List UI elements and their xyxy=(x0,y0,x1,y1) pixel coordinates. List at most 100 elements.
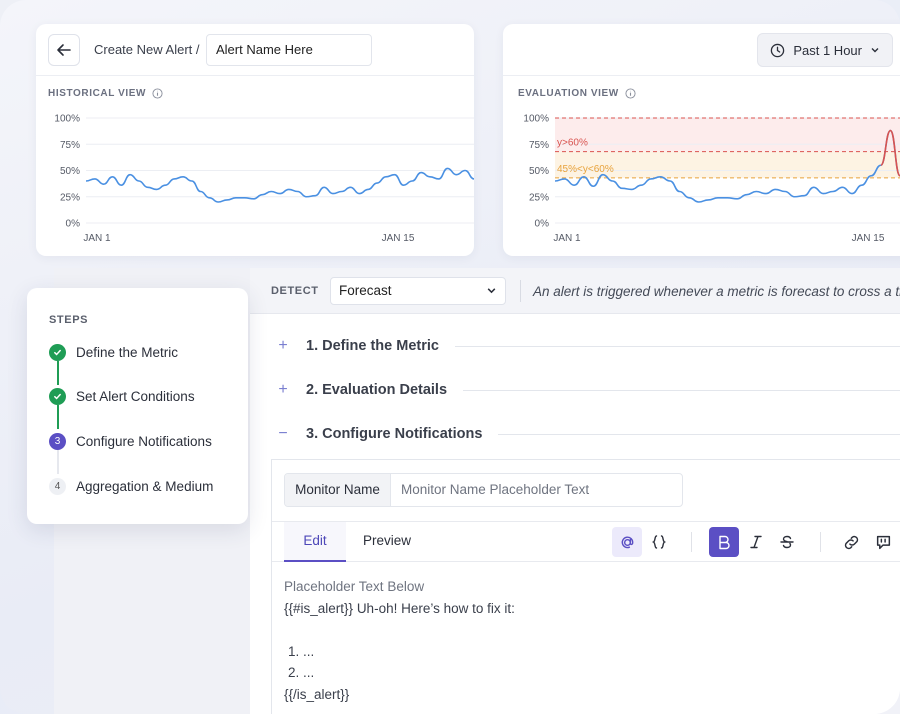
section-define-metric[interactable]: + 1. Define the Metric xyxy=(270,331,900,361)
step-connector xyxy=(57,450,59,474)
threshold-label: 45%<y<60% xyxy=(557,164,614,175)
check-icon xyxy=(49,344,66,361)
bold-icon xyxy=(719,535,730,550)
historical-chart: 0% 25% 50% 75% 100% JAN 1 JAN 15 xyxy=(54,114,474,244)
check-icon xyxy=(49,388,66,405)
expand-icon: + xyxy=(278,381,288,398)
step-configure-notifications[interactable]: 3 Configure Notifications xyxy=(49,433,212,450)
time-range-button[interactable]: Past 1 Hour xyxy=(757,33,893,67)
historical-view-title: HISTORICAL VIEW xyxy=(48,88,147,99)
step-label: Configure Notifications xyxy=(76,434,212,449)
section-configure-notifications[interactable]: − 3. Configure Notifications xyxy=(270,419,900,449)
y-tick-label: 50% xyxy=(529,166,549,177)
step-label: Set Alert Conditions xyxy=(76,389,195,404)
detect-bar: DETECT Forecast An alert is triggered wh… xyxy=(250,268,900,314)
braces-icon xyxy=(651,535,667,549)
y-tick-label: 100% xyxy=(54,114,80,125)
divider xyxy=(454,345,900,347)
section-title: 3. Configure Notifications xyxy=(306,426,483,442)
variable-button[interactable] xyxy=(644,527,674,557)
section-evaluation-details[interactable]: + 2. Evaluation Details xyxy=(270,375,900,405)
monitor-name-field: Monitor Name Monitor Name Placeholder Te… xyxy=(284,473,683,507)
italic-button[interactable] xyxy=(741,527,771,557)
detect-label: DETECT xyxy=(271,285,319,297)
detect-method-value: Forecast xyxy=(339,283,392,298)
evaluation-card: Past 1 Hour EVALUATION VIEW 0% 25% 50% 75% 1… xyxy=(503,24,900,256)
bold-button[interactable] xyxy=(709,527,739,557)
evaluation-header: Past 1 Hour xyxy=(503,24,900,76)
evaluation-chart: 0% 25% 50% 75% 100% y>60% 45%<y<60% JAN 1 JAN 15 xyxy=(523,114,900,244)
editor-line: Placeholder Text Below xyxy=(284,579,425,594)
link-button[interactable] xyxy=(836,527,866,557)
clock-icon xyxy=(771,43,785,57)
divider xyxy=(520,280,521,302)
alert-header: Create New Alert / Alert Name Here xyxy=(36,24,474,76)
step-connector xyxy=(57,361,59,385)
collapse-icon: − xyxy=(278,425,288,442)
step-connector xyxy=(57,405,59,429)
editor-toolbar: Edit Preview xyxy=(272,521,900,562)
info-icon xyxy=(625,88,636,99)
app-shell: Create New Alert / Alert Name Here HISTO… xyxy=(0,0,900,714)
x-tick-label: JAN 15 xyxy=(382,233,415,244)
y-tick-label: 75% xyxy=(529,140,549,151)
section-title: 2. Evaluation Details xyxy=(306,382,448,398)
x-tick-label: JAN 15 xyxy=(852,233,885,244)
editor-line: {{/is_alert}} xyxy=(284,686,350,702)
strikethrough-button[interactable] xyxy=(772,527,802,557)
detect-method-select[interactable]: Forecast xyxy=(330,277,506,305)
breadcrumb: Create New Alert / xyxy=(94,42,200,57)
section-title: 1. Define the Metric xyxy=(306,338,439,354)
step-define-metric[interactable]: Define the Metric xyxy=(49,344,178,361)
evaluation-view-title: EVALUATION VIEW xyxy=(518,88,619,99)
step-alert-conditions[interactable]: Set Alert Conditions xyxy=(49,388,195,405)
notification-editor: Monitor Name Monitor Name Placeholder Te… xyxy=(271,459,900,714)
expand-icon: + xyxy=(278,337,288,354)
toolbar-divider xyxy=(820,532,821,552)
link-icon xyxy=(844,535,858,549)
y-tick-label: 50% xyxy=(60,166,80,177)
strikethrough-icon xyxy=(780,535,794,549)
historical-card: Create New Alert / Alert Name Here HISTO… xyxy=(36,24,474,256)
arrow-left-icon xyxy=(57,44,71,56)
y-tick-label: 25% xyxy=(60,192,80,203)
step-label: Define the Metric xyxy=(76,345,179,360)
x-tick-label: JAN 1 xyxy=(553,233,581,244)
critical-band xyxy=(555,118,900,152)
alert-name-input[interactable]: Alert Name Here xyxy=(206,34,372,66)
chevron-down-icon xyxy=(871,48,879,53)
y-tick-label: 0% xyxy=(66,219,81,230)
threshold-label: y>60% xyxy=(557,138,588,149)
main-panel: DETECT Forecast An alert is triggered wh… xyxy=(250,268,900,714)
editor-line: {{#is_alert}} Uh-oh! Here’s how to fix i… xyxy=(284,600,515,616)
editor-line: 2. ... xyxy=(288,665,315,680)
chevron-down-icon xyxy=(487,288,496,294)
step-aggregation-medium[interactable]: 4 Aggregation & Medium xyxy=(49,478,213,495)
steps-title: STEPS xyxy=(49,314,89,326)
italic-icon xyxy=(750,535,762,549)
mention-button[interactable] xyxy=(612,527,642,557)
monitor-name-label: Monitor Name xyxy=(285,474,391,506)
toolbar-divider xyxy=(691,532,692,552)
monitor-name-input[interactable]: Monitor Name Placeholder Text xyxy=(391,474,682,506)
y-tick-label: 25% xyxy=(529,192,549,203)
divider xyxy=(498,433,900,435)
step-number: 3 xyxy=(49,433,66,450)
tab-preview[interactable]: Preview xyxy=(356,522,418,562)
y-tick-label: 75% xyxy=(60,140,80,151)
steps-card: STEPS Define the Metric Set Alert Condit… xyxy=(27,288,248,524)
editor-content[interactable]: Placeholder Text Below {{#is_alert}} Uh-… xyxy=(284,576,515,705)
quote-icon xyxy=(876,535,890,549)
step-label: Aggregation & Medium xyxy=(76,479,214,494)
back-button[interactable] xyxy=(48,34,80,66)
evaluation-label-row: EVALUATION VIEW xyxy=(518,88,636,99)
y-tick-label: 0% xyxy=(535,219,550,230)
quote-button[interactable] xyxy=(868,527,898,557)
at-icon xyxy=(621,536,633,548)
time-range-label: Past 1 Hour xyxy=(793,42,862,58)
divider xyxy=(463,389,900,391)
editor-line: 1. ... xyxy=(288,643,315,659)
historical-label-row: HISTORICAL VIEW xyxy=(48,88,163,99)
step-number: 4 xyxy=(49,478,66,495)
tab-edit[interactable]: Edit xyxy=(284,522,346,562)
